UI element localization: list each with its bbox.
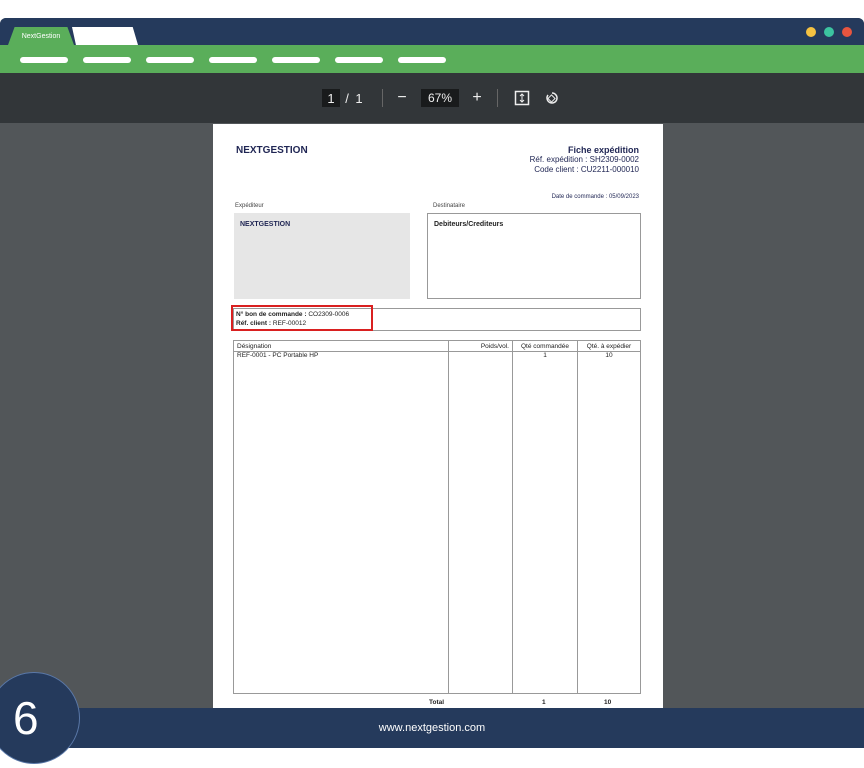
sender-label: Expéditeur (235, 203, 264, 209)
cell-qte-commandee: 1 (512, 351, 578, 694)
cell-designation: REF-0001 - PC Portable HP (233, 351, 449, 694)
recipient-label: Destinataire (433, 203, 466, 209)
menu-item[interactable] (83, 57, 131, 63)
table-header: Désignation Poids/vol. Qté commandée Qté… (233, 340, 641, 352)
sender-name: NEXTGESTION (240, 221, 291, 228)
company-name: NEXTGESTION (236, 145, 308, 156)
menu-item[interactable] (398, 57, 446, 63)
pdf-page: NEXTGESTION Fiche expédition Réf. expédi… (213, 124, 663, 724)
ref-expedition: Réf. expédition : SH2309-0002 (529, 155, 639, 164)
menu-bar (0, 45, 864, 73)
fit-page-icon[interactable] (513, 89, 531, 107)
sender-box: NEXTGESTION (234, 213, 410, 299)
zoom-input[interactable]: 67% (421, 89, 459, 107)
total-expedier: 10 (604, 699, 612, 706)
recipient-box: Debiteurs/Crediteurs (427, 213, 641, 299)
client-ref-label: Réf. client : (236, 320, 272, 327)
order-info-highlight: N° bon de commande : CO2309-0006 Réf. cl… (231, 305, 373, 331)
total-commandee: 1 (542, 699, 546, 706)
client-ref: REF-00012 (272, 320, 307, 327)
recipient-name: Debiteurs/Crediteurs (434, 221, 504, 228)
title-bar: NextGestion (0, 18, 864, 45)
menu-item[interactable] (20, 57, 68, 63)
app-window: NextGestion 1 / 1 − 67% + NEXTGESTION Fi… (0, 18, 864, 748)
doc-header: Fiche expédition Réf. expédition : SH230… (530, 145, 639, 175)
order-number: CO2309-0006 (308, 311, 350, 318)
divider (382, 89, 383, 107)
page-number-input[interactable]: 1 (322, 89, 340, 107)
menu-item[interactable] (209, 57, 257, 63)
menu-item[interactable] (146, 57, 194, 63)
cell-poids (448, 351, 513, 694)
col-poids: Poids/vol. (448, 340, 513, 352)
rotate-icon[interactable] (543, 89, 561, 107)
tab-nextgestion[interactable]: NextGestion (8, 27, 74, 45)
doc-title: Fiche expédition (567, 145, 639, 155)
cell-qte-expedier: 10 (577, 351, 641, 694)
footer: www.nextgestion.com (0, 708, 864, 748)
code-client: Code client : CU2211-000010 (534, 165, 639, 174)
order-number-label: N° bon de commande : (236, 311, 307, 318)
close-dot[interactable] (842, 27, 852, 37)
divider (497, 89, 498, 107)
website-url[interactable]: www.nextgestion.com (379, 722, 485, 734)
items-table: Désignation Poids/vol. Qté commandée Qté… (233, 340, 641, 694)
maximize-dot[interactable] (824, 27, 834, 37)
order-date: Date de commande : 05/09/2023 (551, 194, 639, 200)
col-designation: Désignation (233, 340, 449, 352)
pdf-toolbar: 1 / 1 − 67% + (0, 73, 864, 123)
total-label: Total (429, 699, 445, 706)
col-qte-commandee: Qté commandée (512, 340, 578, 352)
minimize-dot[interactable] (806, 27, 816, 37)
col-qte-expedier: Qté. à expédier (577, 340, 641, 352)
page-total: 1 (355, 90, 363, 106)
zoom-out-button[interactable]: − (394, 89, 410, 107)
tab-blank[interactable] (72, 27, 138, 45)
page-separator: / (345, 90, 349, 106)
zoom-in-button[interactable]: + (469, 89, 485, 107)
table-row: REF-0001 - PC Portable HP 1 10 (233, 351, 641, 694)
menu-item[interactable] (272, 57, 320, 63)
menu-item[interactable] (335, 57, 383, 63)
